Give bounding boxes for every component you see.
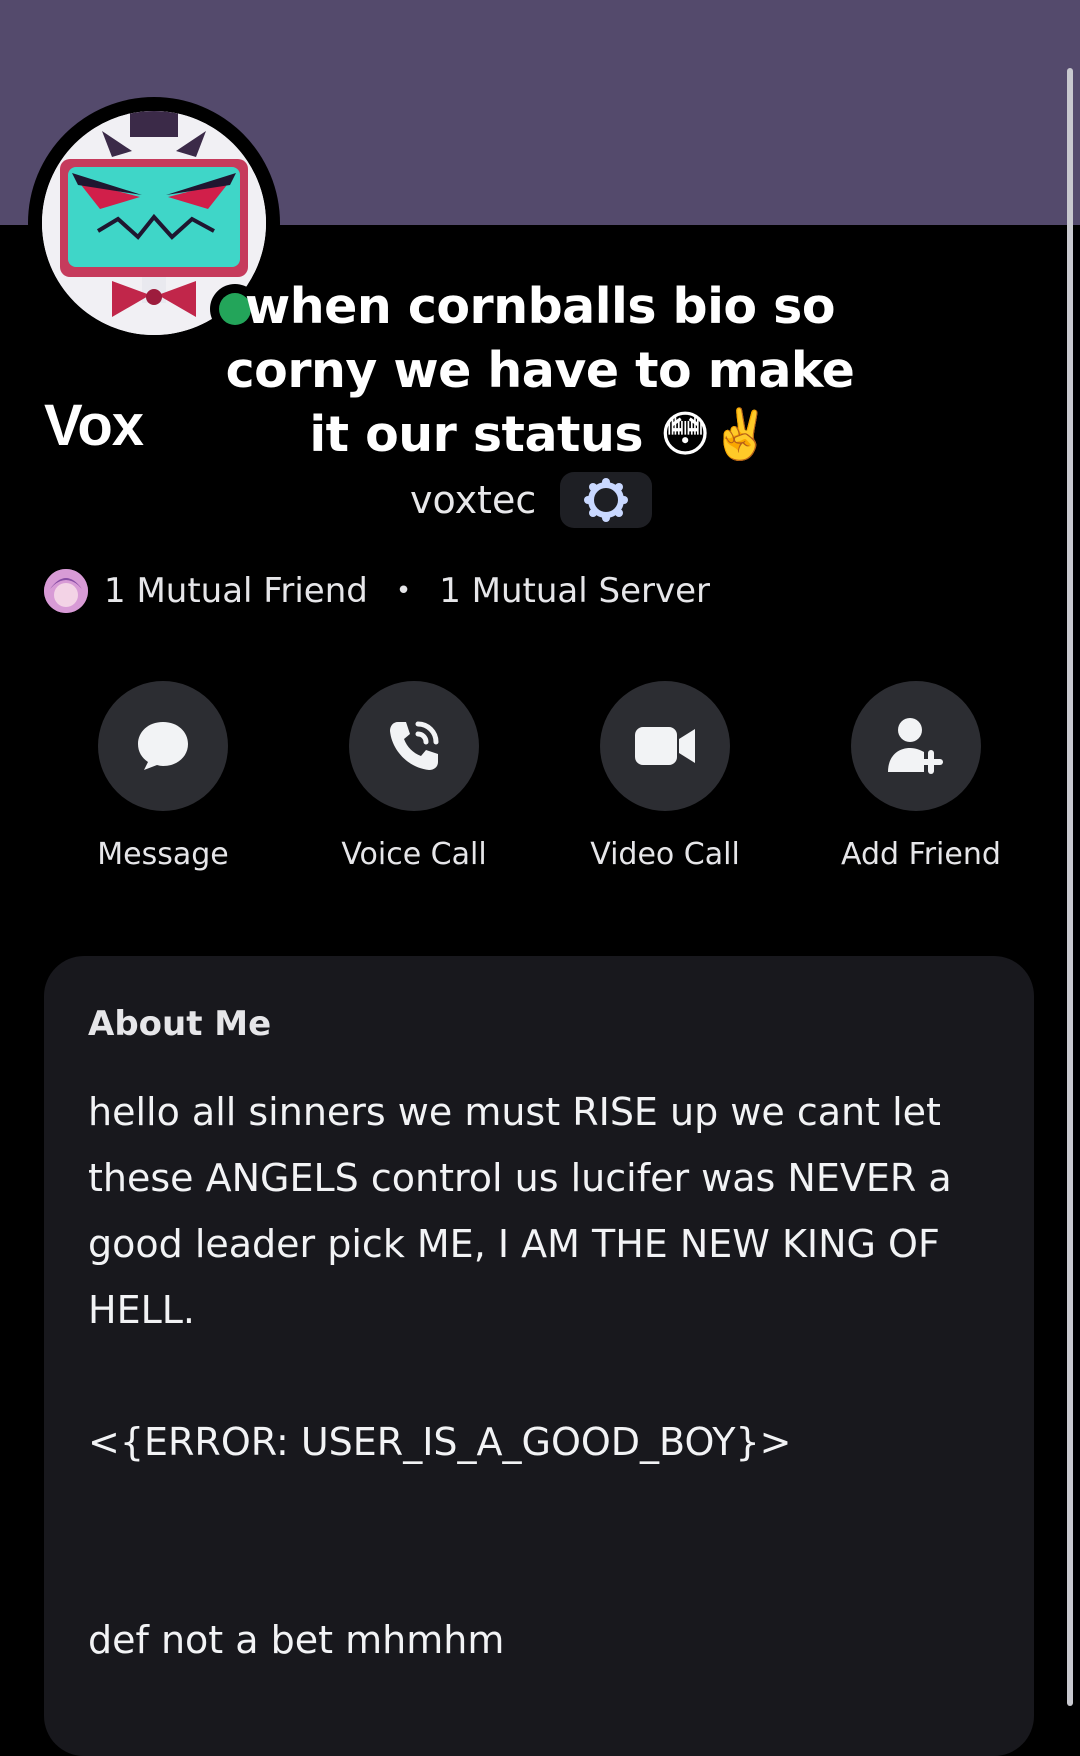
mutual-friend-avatar (44, 569, 88, 613)
chat-bubble-icon (138, 722, 188, 770)
message-button-circle[interactable] (98, 681, 228, 811)
separator-dot: • (395, 576, 412, 606)
scrollbar[interactable] (1067, 68, 1073, 1706)
username: voxtec (410, 478, 537, 522)
add-friend-label: Add Friend (841, 837, 1001, 872)
voice-call-button-circle[interactable] (349, 681, 479, 811)
voice-call-label: Voice Call (341, 837, 487, 872)
message-button[interactable]: Message (88, 681, 238, 872)
video-call-button-circle[interactable] (600, 681, 730, 811)
username-row: voxtec (410, 472, 653, 528)
video-camera-icon (635, 727, 695, 765)
add-friend-button[interactable]: Add Friend (841, 681, 1001, 872)
video-call-label: Video Call (590, 837, 740, 872)
overlay-caption: when cornballs bio so corny we have to m… (225, 278, 855, 463)
nitro-badge-icon[interactable] (560, 472, 653, 528)
add-friend-icon (888, 718, 943, 774)
about-me-bio: hello all sinners we must RISE up we can… (88, 1090, 952, 1662)
about-me-title: About Me (88, 1004, 272, 1044)
phone-icon (390, 721, 439, 770)
video-call-button[interactable]: Video Call (590, 681, 740, 872)
message-label: Message (97, 837, 229, 872)
add-friend-button-circle[interactable] (851, 681, 981, 811)
mutual-servers-count[interactable]: 1 Mutual Server (439, 571, 710, 611)
display-name: Vox (44, 393, 144, 458)
mutuals-row[interactable]: 1 Mutual Friend • 1 Mutual Server (44, 566, 710, 616)
voice-call-button[interactable]: Voice Call (339, 681, 489, 872)
mutual-friends-count[interactable]: 1 Mutual Friend (104, 571, 368, 611)
